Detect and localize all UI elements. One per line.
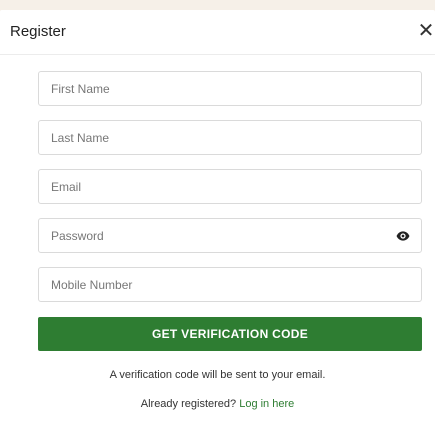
first-name-field[interactable] <box>38 71 422 106</box>
modal-title: Register <box>10 23 66 40</box>
register-modal: Register ✕ GET VERIFICATION CODE A verif… <box>0 10 435 421</box>
already-registered-text: Already registered? <box>140 398 237 410</box>
last-name-field[interactable] <box>38 120 422 155</box>
password-field[interactable] <box>38 218 422 253</box>
verification-note: A verification code will be sent to your… <box>109 369 326 381</box>
first-name-input[interactable] <box>39 72 421 105</box>
eye-icon[interactable] <box>396 230 410 242</box>
email-field[interactable] <box>38 169 422 204</box>
mobile-number-input[interactable] <box>39 268 421 301</box>
last-name-input[interactable] <box>39 121 421 154</box>
email-input[interactable] <box>39 170 421 203</box>
mobile-number-field[interactable] <box>38 267 422 302</box>
login-link[interactable]: Log in here <box>239 398 294 410</box>
close-icon[interactable]: ✕ <box>417 19 435 43</box>
password-input[interactable] <box>39 219 421 252</box>
modal-header: Register ✕ <box>0 10 435 55</box>
get-verification-code-button[interactable]: GET VERIFICATION CODE <box>38 317 422 351</box>
login-prompt: Already registered? Log in here <box>0 398 435 410</box>
